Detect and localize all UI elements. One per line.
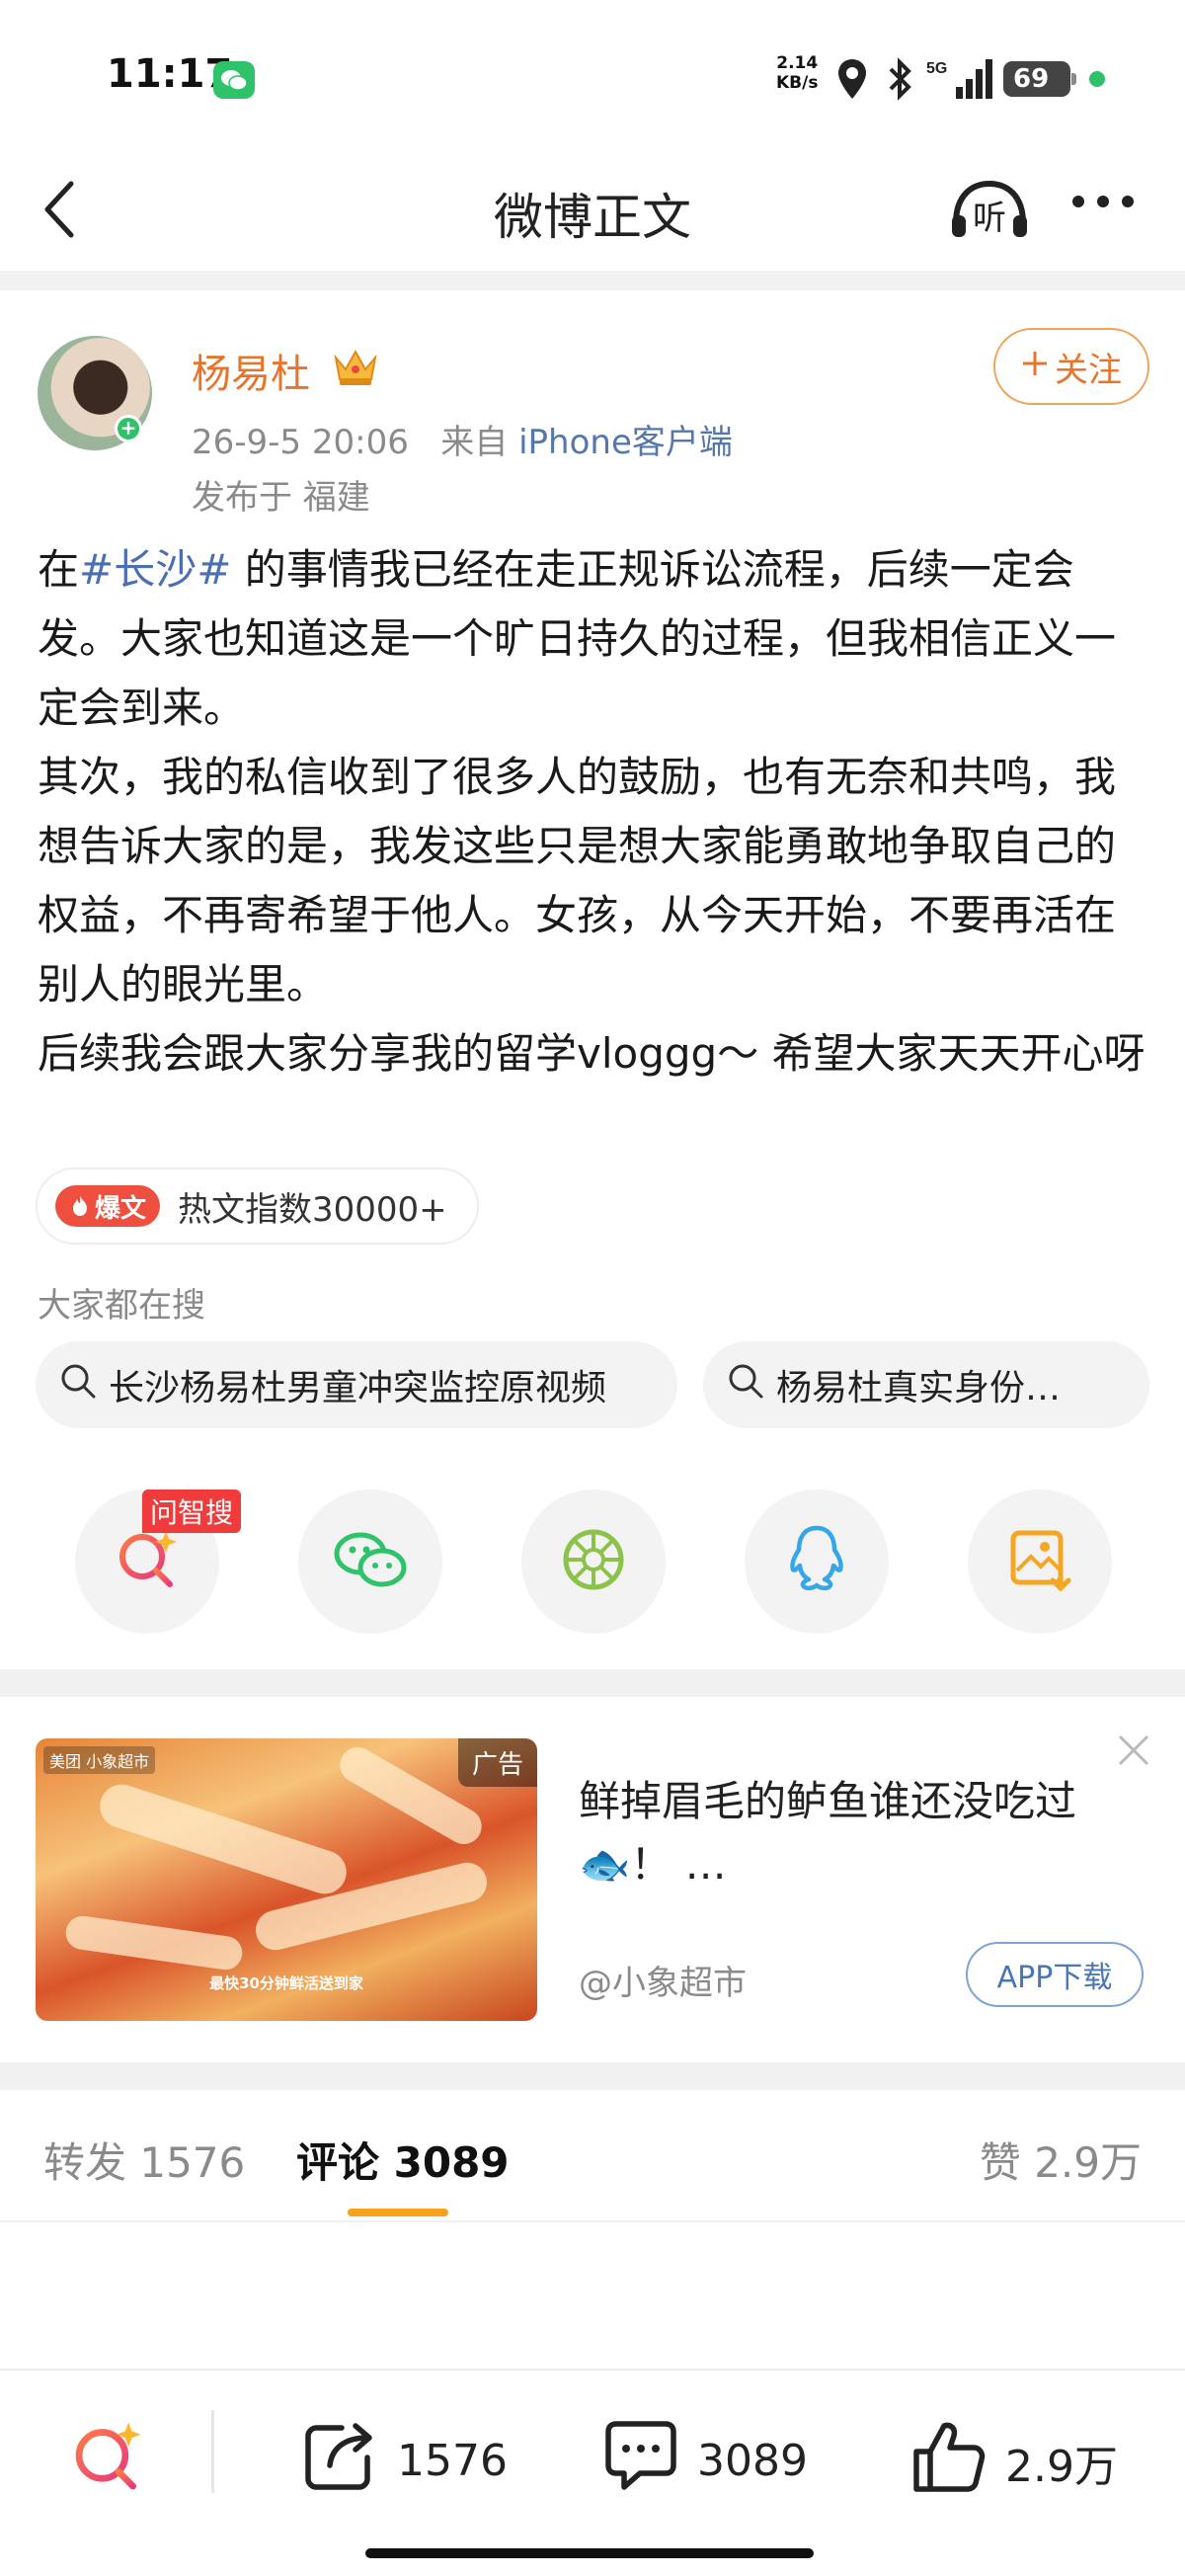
active-tab-indicator [348, 2209, 448, 2216]
post-client: iPhone客户端 [518, 423, 733, 462]
cellular-signal-icon: 5G [926, 57, 995, 105]
repost-icon [302, 2418, 379, 2504]
post-content: 在#长沙# 的事情我已经在走正规诉讼流程，后续一定会发。大家也知道这是一个旷日持… [38, 535, 1153, 1088]
paragraph1-prefix: 在 [38, 545, 80, 594]
wenzhisou-tag: 问智搜 [142, 1489, 242, 1533]
wechat-notification-icon [213, 61, 255, 99]
ad-caption: 最快30分钟鲜活送到家 [209, 1974, 363, 1992]
save-image-icon [1005, 1525, 1074, 1598]
listen-label: 听 [973, 199, 1006, 238]
wenzhisou-search-icon [69, 2418, 146, 2506]
trending-search-label: 杨易杜真实身份… [776, 1368, 1062, 1409]
wenzhisou-search-icon [113, 1525, 182, 1598]
avatar-add-icon: + [115, 415, 142, 443]
app-download-button[interactable]: APP下载 [966, 1942, 1144, 2007]
ad-brand-label: 美团 小象超市 [43, 1746, 156, 1774]
home-indicator[interactable] [365, 2548, 814, 2558]
tab-divider [0, 2220, 1185, 2222]
section-divider [0, 1669, 1185, 1697]
hot-badge: 爆文 [55, 1185, 161, 1227]
hot-index-text: 热文指数30000+ [178, 1189, 447, 1230]
tab-comment[interactable]: 评论 3089 [296, 2130, 510, 2190]
ad-image[interactable]: 美团 小象超市 广告 最快30分钟鲜活送到家 [36, 1738, 537, 2021]
follow-label: 关注 [1055, 350, 1122, 390]
moments-icon [559, 1525, 628, 1598]
share-qq-button[interactable] [745, 1489, 889, 1634]
section-divider [0, 2062, 1185, 2090]
battery-level: 69 [1013, 64, 1050, 94]
bottom-separator [211, 2410, 214, 2493]
bottom-wenzhisou-button[interactable] [69, 2418, 146, 2506]
net-speed-unit: KB/s [776, 73, 819, 93]
wechat-icon [333, 1528, 408, 1595]
share-moments-button[interactable] [521, 1489, 666, 1634]
section-divider [0, 271, 1185, 290]
trending-search-item[interactable]: 杨易杜真实身份… [703, 1341, 1149, 1428]
share-save-image-button[interactable] [968, 1489, 1112, 1634]
hot-index-chip[interactable]: 爆文 热文指数30000+ [36, 1167, 479, 1245]
battery-indicator: 69 [1003, 61, 1076, 97]
post-meta: 26-9-5 20:06 来自 iPhone客户端 [192, 415, 733, 463]
vip-crown-icon [332, 344, 379, 391]
listen-headphone-icon[interactable]: 听 [948, 178, 1031, 245]
hashtag-link[interactable]: #长沙# [79, 545, 231, 594]
post-location: 发布于 福建 [192, 478, 370, 518]
search-icon [727, 1362, 764, 1409]
post-paragraph-1: 在#长沙# 的事情我已经在走正规诉讼流程，后续一定会发。大家也知道这是一个旷日持… [38, 535, 1153, 743]
close-icon[interactable] [1114, 1731, 1153, 1774]
author-name[interactable]: 杨易杜 [192, 342, 310, 399]
post-paragraph-2: 其次，我的私信收到了很多人的鼓励，也有无奈和共鸣，我想告诉大家的是，我发这些只是… [38, 753, 1117, 1008]
privacy-indicator-dot [1089, 71, 1105, 87]
plus-icon [1021, 347, 1049, 386]
share-wechat-button[interactable] [298, 1489, 442, 1634]
ad-title[interactable]: 鲜掉眉毛的鲈鱼谁还没吃过🐟！ … [579, 1770, 1132, 1896]
ad-tag: 广告 [457, 1738, 537, 1787]
location-icon [835, 57, 869, 105]
trending-search-heading: 大家都在搜 [38, 1286, 205, 1326]
bottom-repost-button[interactable]: 1576 [302, 2418, 508, 2504]
comment-count: 3089 [697, 2436, 808, 2486]
status-bar: 11:17 2.14 KB/s 5G 69 [0, 0, 1185, 148]
ad-source[interactable]: @小象超市 [579, 1956, 747, 2004]
thumbs-up-icon [910, 2418, 988, 2506]
bottom-comment-button[interactable]: 3089 [602, 2418, 808, 2504]
bottom-like-button[interactable]: 2.9万 [910, 2418, 1118, 2506]
hot-badge-label: 爆文 [95, 1193, 147, 1224]
follow-button[interactable]: 关注 [993, 328, 1149, 405]
qq-icon [785, 1524, 848, 1599]
trending-search-item[interactable]: 长沙杨易杜男童冲突监控原视频 [36, 1341, 677, 1428]
like-count: 2.9万 [1005, 2441, 1118, 2492]
repost-count: 1576 [397, 2436, 508, 2486]
post-date: 26-9-5 20:06 [192, 423, 409, 462]
net-speed-value: 2.14 [776, 53, 819, 73]
comment-icon [602, 2418, 679, 2504]
net-speed: 2.14 KB/s [776, 53, 818, 93]
tab-like[interactable]: 赞 2.9万 [980, 2130, 1142, 2190]
post-paragraph-3: 后续我会跟大家分享我的留学vloggg～ 希望大家天天开心呀 [38, 1029, 1146, 1078]
bluetooth-icon [883, 57, 916, 105]
more-options-icon[interactable] [1070, 192, 1136, 215]
search-icon [59, 1362, 97, 1409]
tab-repost[interactable]: 转发 1576 [43, 2130, 245, 2190]
flame-icon [73, 1196, 87, 1216]
post-from-prefix: 来自 [440, 423, 509, 462]
trending-search-label: 长沙杨易杜男童冲突监控原视频 [109, 1368, 607, 1409]
svg-text:5G: 5G [926, 60, 947, 77]
nav-bar: 微博正文 听 [0, 148, 1185, 271]
